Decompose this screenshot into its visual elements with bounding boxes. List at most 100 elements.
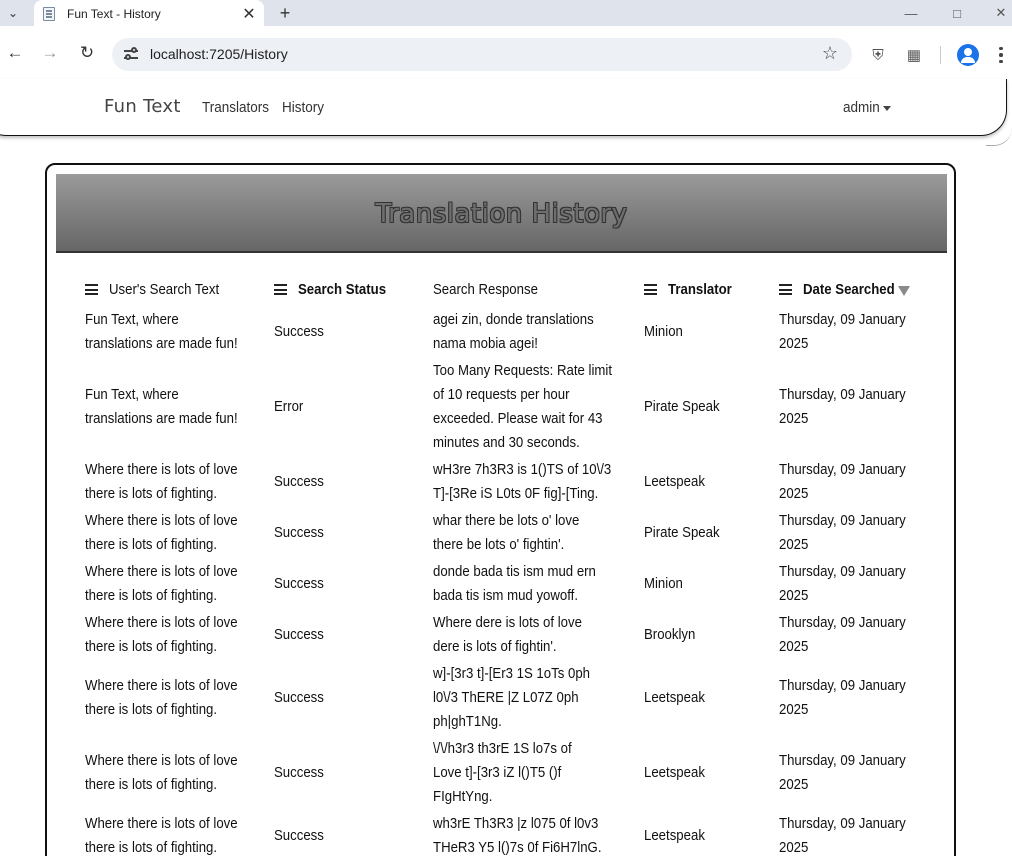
column-header-search-text[interactable]: User's Search Text xyxy=(85,281,234,298)
navbar-edge-decoration xyxy=(986,128,1012,146)
translator-cell-line: Brooklyn xyxy=(644,625,696,643)
date-cell: Thursday, 09 January 2025 xyxy=(779,308,929,356)
response-cell-line: Too Many Requests: Rate limit xyxy=(433,361,613,379)
tab-close-icon[interactable]: ✕ xyxy=(240,5,258,23)
back-arrow-icon[interactable]: ← xyxy=(2,40,28,66)
response-cell: agei zin, donde translations nama mobia a… xyxy=(433,308,633,356)
response-cell-line: minutes and 30 seconds. xyxy=(433,433,580,451)
maximize-icon[interactable]: □ xyxy=(934,0,980,26)
translator-cell-line: Leetspeak xyxy=(644,688,705,706)
profile-avatar-icon[interactable] xyxy=(957,44,979,66)
response-cell: donde bada tis ism mud ern bada tis ism m… xyxy=(433,560,633,608)
search-text-cell: Where there is lots of love there is lots… xyxy=(85,458,265,506)
translator-cell: Leetspeak xyxy=(644,761,774,785)
translator-cell-line: Leetspeak xyxy=(644,763,705,781)
bookmark-star-icon[interactable]: ☆ xyxy=(822,43,838,64)
translator-cell-line: Leetspeak xyxy=(644,472,705,490)
page-title: Translation History xyxy=(375,199,628,229)
date-cell-line: 2025 xyxy=(779,700,809,718)
search-text-cell: Where there is lots of love there is lots… xyxy=(85,560,265,608)
window-close-icon[interactable]: ✕ xyxy=(978,0,1012,26)
column-header-translator[interactable]: Translator xyxy=(644,281,741,298)
translator-cell-line: Minion xyxy=(644,322,683,340)
search-text-cell: Where there is lots of love there is lots… xyxy=(85,611,265,659)
sort-descending-icon[interactable] xyxy=(898,286,910,296)
search-text-cell: Fun Text, where translations are made fun… xyxy=(85,383,265,431)
status-cell: Success xyxy=(274,824,424,848)
date-cell: Thursday, 09 January 2025 xyxy=(779,560,929,608)
response-cell-line: THeR3 Y5 l()7s 0f Fi6H7lnG. xyxy=(433,838,602,856)
date-cell-line: 2025 xyxy=(779,637,809,655)
search-text-cell: Where there is lots of love there is lots… xyxy=(85,509,265,557)
date-cell: Thursday, 09 January 2025 xyxy=(779,383,929,431)
search-text-cell-line: Fun Text, where xyxy=(85,385,179,403)
date-cell-line: 2025 xyxy=(779,586,809,604)
date-cell: Thursday, 09 January 2025 xyxy=(779,611,929,659)
search-text-cell-line: translations are made fun! xyxy=(85,334,238,352)
search-text-cell-line: there is lots of fighting. xyxy=(85,838,218,856)
new-tab-plus-icon[interactable]: + xyxy=(274,2,296,24)
extensions-puzzle-icon[interactable]: ▦ xyxy=(903,44,925,66)
search-text-cell: Where there is lots of love there is lots… xyxy=(85,674,265,722)
reload-icon[interactable]: ↻ xyxy=(74,40,100,66)
translator-cell: Minion xyxy=(644,320,774,344)
search-text-cell-line: Where there is lots of love xyxy=(85,511,238,529)
nav-link-translators[interactable]: Translators xyxy=(202,99,269,116)
response-cell: Where dere is lots of love dere is lots o… xyxy=(433,611,633,659)
date-cell-line: 2025 xyxy=(779,775,809,793)
search-text-cell-line: there is lots of fighting. xyxy=(85,700,218,718)
search-text-cell-line: Where there is lots of love xyxy=(85,562,238,580)
column-menu-icon[interactable] xyxy=(274,284,287,295)
search-text-cell-line: there is lots of fighting. xyxy=(85,484,218,502)
column-menu-icon[interactable] xyxy=(644,284,657,295)
browser-menu-icon[interactable] xyxy=(994,44,1008,66)
column-header-date-searched[interactable]: Date Searched xyxy=(779,281,907,298)
response-cell-line: nama mobia agei! xyxy=(433,334,538,352)
status-cell-line: Success xyxy=(274,763,324,781)
user-menu-admin[interactable]: admin xyxy=(843,99,880,116)
translator-cell-line: Pirate Speak xyxy=(644,397,720,415)
minimize-icon[interactable]: — xyxy=(888,0,934,26)
date-cell-line: 2025 xyxy=(779,334,809,352)
response-cell-line: Love t]-[3r3 iZ l()T5 ()f xyxy=(433,763,562,781)
search-text-cell: Fun Text, where translations are made fun… xyxy=(85,308,265,356)
caret-down-icon[interactable] xyxy=(883,106,891,111)
date-cell-line: Thursday, 09 January xyxy=(779,310,906,328)
site-settings-icon[interactable] xyxy=(122,46,140,64)
search-text-cell-line: there is lots of fighting. xyxy=(85,535,218,553)
shield-extension-icon[interactable]: ⛨ xyxy=(867,44,889,66)
search-text-cell: Where there is lots of love there is lots… xyxy=(85,749,265,797)
column-header-search-response[interactable]: Search Response xyxy=(433,281,552,298)
column-header-search-status[interactable]: Search Status xyxy=(274,281,398,298)
search-text-cell-line: Where there is lots of love xyxy=(85,814,238,832)
search-text-cell-line: there is lots of fighting. xyxy=(85,637,218,655)
address-bar[interactable]: localhost:7205/History ☆ xyxy=(112,38,852,71)
date-cell-line: 2025 xyxy=(779,484,809,502)
status-cell-line: Success xyxy=(274,826,324,844)
status-cell: Success xyxy=(274,521,424,545)
response-cell-line: donde bada tis ism mud ern xyxy=(433,562,596,580)
response-cell-line: wH3re 7h3R3 is 1()TS of 10\/3 xyxy=(433,460,612,478)
status-cell: Success xyxy=(274,470,424,494)
column-menu-icon[interactable] xyxy=(779,284,792,295)
date-cell-line: Thursday, 09 January xyxy=(779,676,906,694)
nav-link-history[interactable]: History xyxy=(282,99,324,116)
brand-logo[interactable]: Fun Text xyxy=(104,96,181,117)
browser-tab[interactable]: Fun Text - History ✕ xyxy=(34,0,264,28)
search-text-cell-line: there is lots of fighting. xyxy=(85,775,218,793)
response-cell-line: bada tis ism mud yowoff. xyxy=(433,586,579,604)
status-cell: Success xyxy=(274,623,424,647)
response-cell-line: exceeded. Please wait for 43 xyxy=(433,409,603,427)
column-menu-icon[interactable] xyxy=(85,284,98,295)
app-navbar: Fun Text Translators History admin xyxy=(0,79,1007,136)
forward-arrow-icon[interactable]: → xyxy=(37,40,63,66)
tab-search-chevron-icon[interactable]: ⌄ xyxy=(0,0,26,26)
search-text-cell-line: there is lots of fighting. xyxy=(85,586,218,604)
response-cell: \/\/h3r3 th3rE 1S lo7s of Love t]-[3r3 iZ… xyxy=(433,737,633,809)
translator-cell-line: Minion xyxy=(644,574,683,592)
status-cell-line: Error xyxy=(274,397,304,415)
response-cell-line: ph|ghT1Ng. xyxy=(433,712,502,730)
translator-cell: Minion xyxy=(644,572,774,596)
response-cell-line: agei zin, donde translations xyxy=(433,310,594,328)
status-cell-line: Success xyxy=(274,523,324,541)
